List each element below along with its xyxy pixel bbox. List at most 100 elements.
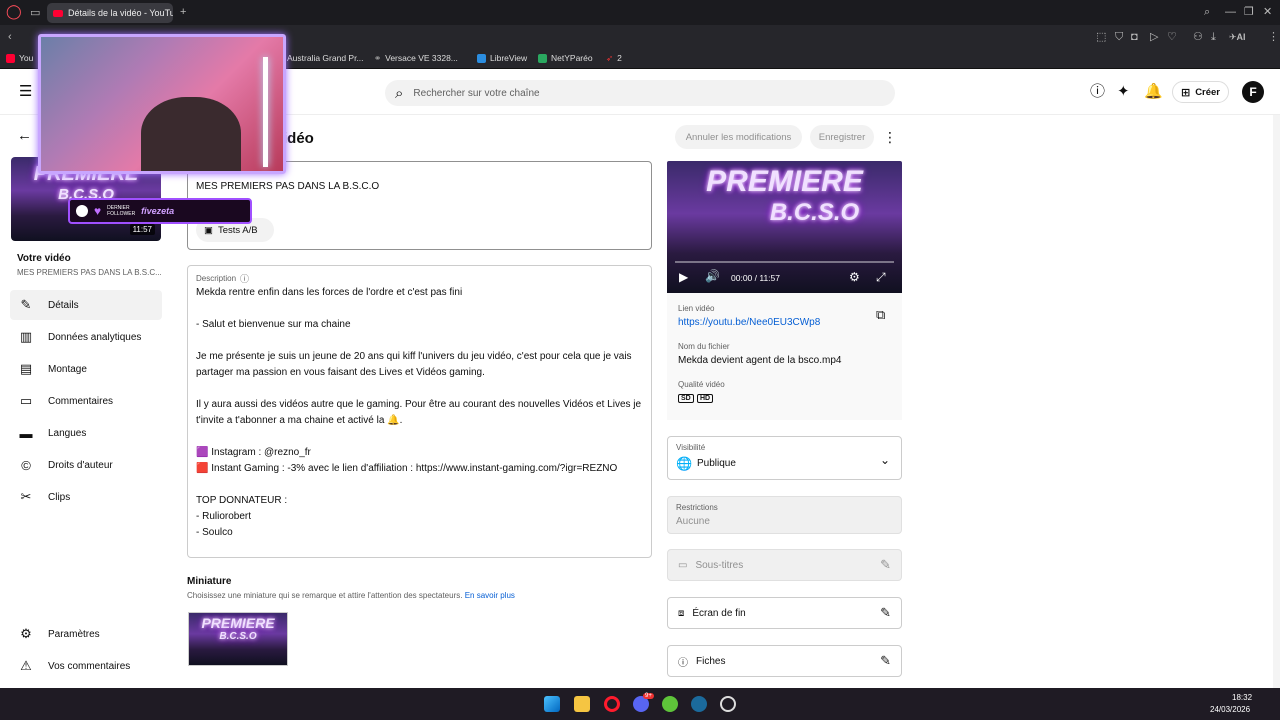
xbox-app-icon[interactable] xyxy=(662,696,678,712)
back-arrow-icon[interactable]: ← xyxy=(17,128,32,144)
minimize-icon[interactable]: — xyxy=(1225,5,1236,19)
end-screen-icon: ⧈ xyxy=(678,607,685,619)
copy-icon[interactable]: ⧉ xyxy=(876,307,885,323)
copyright-icon: © xyxy=(21,457,31,473)
description-line: TOP DONNATEUR : xyxy=(196,495,288,506)
bookmark-versace[interactable]: ⚭ Versace VE 3328... xyxy=(374,50,458,66)
player-title-line1: PREMIERE xyxy=(706,165,863,198)
volume-icon[interactable]: 🔊 xyxy=(705,269,720,283)
close-window-icon[interactable]: ✕ xyxy=(1263,5,1272,19)
streamer-silhouette xyxy=(141,97,241,171)
heart-icon[interactable]: ♡ xyxy=(1167,30,1177,44)
adblock-icon[interactable]: ◘ xyxy=(1131,30,1138,44)
description-line: 🟥 Instant Gaming : -3% avec le lien d'af… xyxy=(196,463,618,474)
learn-more-link[interactable]: En savoir plus xyxy=(465,591,515,600)
description-line: partager ma passion en vous faisant des … xyxy=(196,367,485,378)
pencil-icon[interactable]: ✎ xyxy=(880,653,891,669)
bookmark-australia-gp[interactable]: Australia Grand Pr... xyxy=(287,50,364,66)
more-options-icon[interactable]: ⋮ xyxy=(883,129,897,145)
tab-list-icon[interactable]: ▭ xyxy=(30,6,40,20)
restrictions-label: Restrictions xyxy=(676,503,718,512)
profile-icon[interactable]: ⚇ xyxy=(1193,30,1203,44)
sidebar-item-analytics[interactable]: ▥ Données analytiques xyxy=(10,322,162,352)
pencil-icon[interactable]: ✎ xyxy=(880,605,891,621)
sidebar-item-languages[interactable]: ▬ Langues xyxy=(10,418,162,448)
fullscreen-icon[interactable]: ⤢ xyxy=(876,270,886,285)
sparkle-icon[interactable]: ✦ xyxy=(1117,84,1130,100)
sidebar-item-details[interactable]: ✎ Détails xyxy=(10,290,162,320)
opera-logo-icon[interactable]: ◯ xyxy=(6,4,22,18)
cards-row[interactable]: ⓘ Fiches ✎ xyxy=(667,645,902,677)
tab-active[interactable]: Détails de la vidéo - YouTu xyxy=(47,3,173,23)
bookmark-netypareo[interactable]: NetYParéo xyxy=(538,50,593,66)
description-line: t'invite a t'abonner a ma chaine et acti… xyxy=(196,415,403,426)
sidebar-item-comments[interactable]: ▭ Commentaires xyxy=(10,386,162,416)
file-explorer-icon[interactable] xyxy=(574,696,590,712)
page-scrollbar[interactable] xyxy=(1273,115,1280,688)
netypareo-favicon-icon xyxy=(538,53,547,63)
sidebar-item-label: Paramètres xyxy=(48,628,100,640)
settings-gear-icon[interactable]: ⚙ xyxy=(849,270,860,284)
your-video-label: Votre vidéo xyxy=(17,253,71,264)
subtitles-icon: ▭ xyxy=(678,559,688,571)
description-field[interactable]: Description ⓘ Mekda rentre enfin dans le… xyxy=(187,265,652,558)
shield-icon[interactable]: ⛉ xyxy=(1115,30,1123,44)
gauge-app-icon[interactable] xyxy=(720,696,736,712)
chevron-down-icon: ⌄ xyxy=(880,453,891,467)
more-menu-icon[interactable]: ⋮ xyxy=(1268,30,1279,44)
sidebar-item-label: Langues xyxy=(48,427,87,439)
bookmark-libreview[interactable]: LibreView xyxy=(477,50,527,66)
create-button[interactable]: ⊞ Créer xyxy=(1172,81,1229,103)
sidebar-item-label: Droits d'auteur xyxy=(48,459,113,471)
player-icon[interactable]: ▷ xyxy=(1150,30,1158,44)
bell-icon[interactable]: 🔔 xyxy=(1144,84,1163,100)
webcam-overlay xyxy=(38,34,286,174)
sidebar-item-clips[interactable]: ✂ Clips xyxy=(10,482,162,512)
sidebar-item-feedback[interactable]: ⚠ Vos commentaires xyxy=(10,651,162,681)
sidebar-item-label: Vos commentaires xyxy=(48,660,131,672)
save-button[interactable]: Enregistrer xyxy=(810,125,874,149)
sidebar-video-title: MES PREMIERS PAS DANS LA B.S.C... xyxy=(17,268,162,277)
pencil-icon: ✎ xyxy=(20,297,32,312)
video-link[interactable]: https://youtu.be/Nee0EU3CWp8 xyxy=(678,317,820,328)
channel-search-input[interactable]: ⌕ Rechercher sur votre chaîne xyxy=(385,80,895,106)
avatar[interactable]: F xyxy=(1242,81,1264,103)
snapshot-icon[interactable]: ⬚ xyxy=(1096,30,1106,44)
maximize-icon[interactable]: ❐ xyxy=(1244,5,1254,19)
download-icon[interactable]: ⤓ xyxy=(1211,30,1216,44)
player-title-line2: B.C.S.O xyxy=(769,199,860,226)
pencil-icon[interactable]: ✎ xyxy=(880,557,891,573)
ab-test-label: Tests A/B xyxy=(217,224,258,236)
video-player[interactable]: PREMIERE B.C.S.O ▶ 🔊 00:00 / 11:57 ⚙ ⤢ xyxy=(667,161,902,293)
sidebar-item-copyright[interactable]: © Droits d'auteur xyxy=(10,450,162,480)
hamburger-menu-icon[interactable]: ☰ xyxy=(19,84,32,100)
youtube-favicon-icon xyxy=(53,9,63,17)
windows-start-icon[interactable] xyxy=(544,696,560,712)
search-tabs-icon[interactable]: ⌕ xyxy=(1204,5,1210,19)
visibility-select[interactable]: Visibilité 🌐 Publique ⌄ xyxy=(667,436,902,480)
aria-ai-button[interactable]: ✈AI xyxy=(1229,30,1246,44)
undo-changes-button[interactable]: Annuler les modifications xyxy=(675,125,802,149)
opera-taskbar-icon[interactable] xyxy=(604,696,620,712)
description-line: - Salut et bienvenue sur ma chaine xyxy=(196,319,351,330)
bookmark-folder[interactable]: ➶ 2 xyxy=(606,50,622,66)
help-icon[interactable]: ⓘ xyxy=(240,272,249,285)
sidebar-item-settings[interactable]: ⚙ Paramètres xyxy=(10,619,162,649)
progress-bar[interactable] xyxy=(675,261,894,263)
sidebar-item-editor[interactable]: ▤ Montage xyxy=(10,354,162,384)
back-nav-icon[interactable]: ‹ xyxy=(8,30,12,44)
title-field[interactable]: MES PREMIERS PAS DANS LA B.S.C.O ▣ Tests… xyxy=(187,161,652,250)
visibility-value: Publique xyxy=(697,458,736,469)
thumbnail-help-row: Choisissez une miniature qui se remarque… xyxy=(187,591,515,600)
play-icon[interactable]: ▶ xyxy=(679,270,688,284)
end-screen-row[interactable]: ⧈ Écran de fin ✎ xyxy=(667,597,902,629)
help-icon[interactable]: ⓘ xyxy=(1090,84,1105,100)
bookmark-youtube[interactable]: You xyxy=(6,50,33,66)
bookmark-label: LibreView xyxy=(490,53,528,63)
follower-alert: ♥ DERNIER FOLLOWER fivezeta xyxy=(68,198,252,224)
description-line: - Soulco xyxy=(196,527,233,538)
subtitles-row[interactable]: ▭ Sous-titres ✎ xyxy=(667,549,902,581)
thumbnail-option[interactable]: PREMIERE B.C.S.O xyxy=(188,612,288,666)
steam-icon[interactable] xyxy=(691,696,707,712)
new-tab-icon[interactable]: + xyxy=(180,5,186,19)
